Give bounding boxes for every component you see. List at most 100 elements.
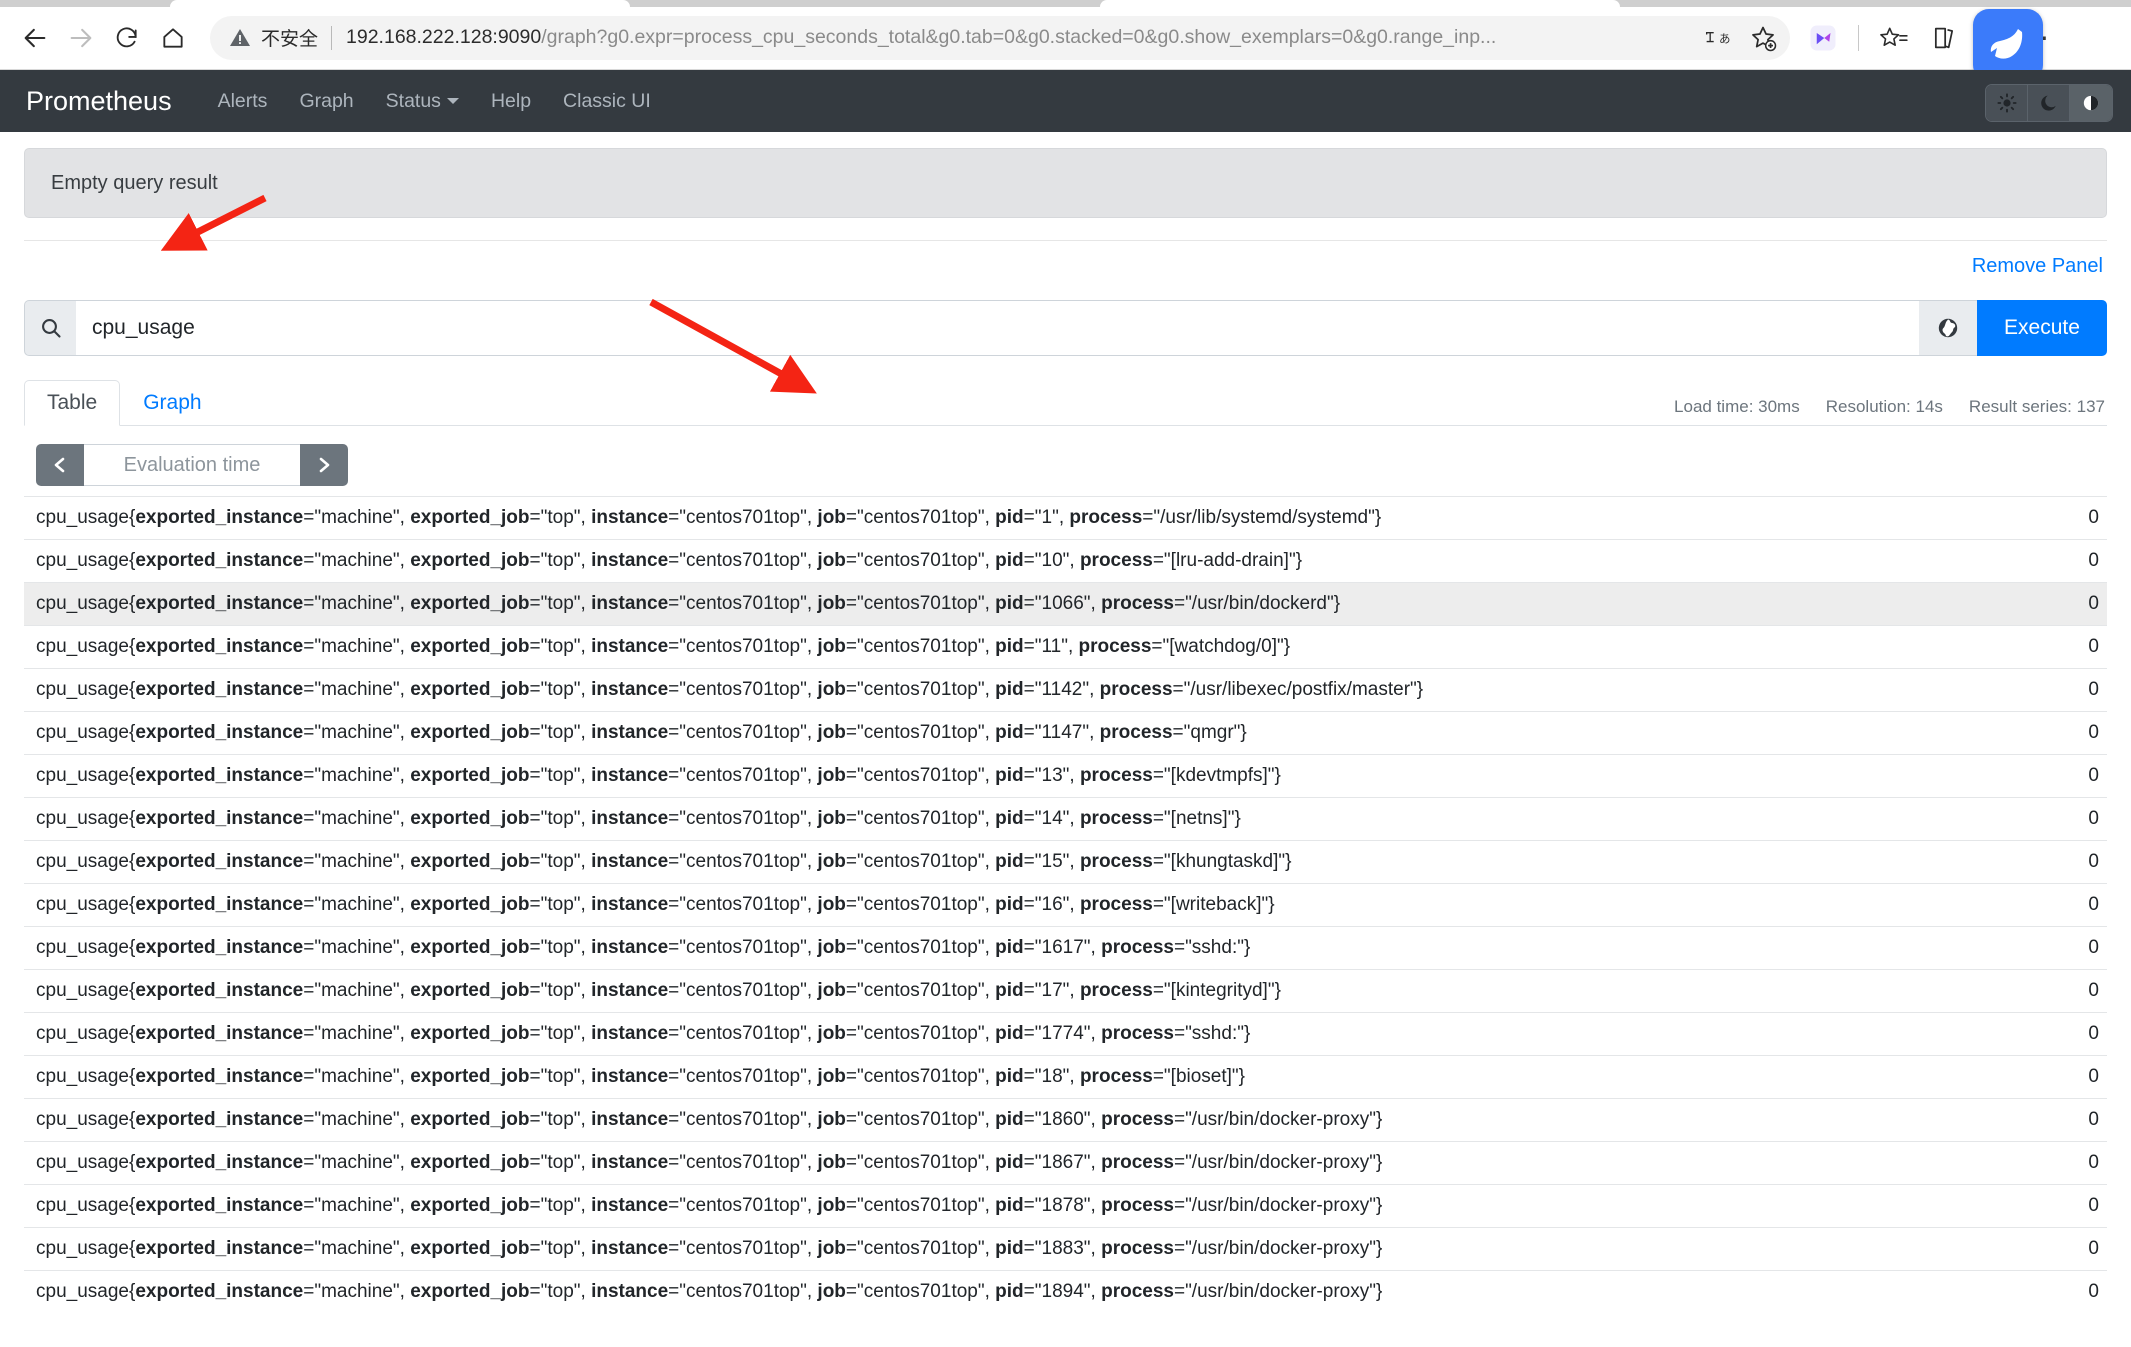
table-row[interactable]: cpu_usage{exported_instance="machine", e… [24, 1270, 2107, 1314]
forward-arrow-icon[interactable] [58, 15, 104, 61]
extension-icon[interactable] [1800, 15, 1846, 61]
series-label-cell: cpu_usage{exported_instance="machine", e… [36, 1023, 1251, 1044]
series-value-cell: 0 [2088, 1152, 2099, 1173]
tab-graph-label: Graph [143, 391, 202, 414]
series-label-cell: cpu_usage{exported_instance="machine", e… [36, 636, 1291, 657]
address-bar[interactable]: 不安全 192.168.222.128:9090/graph?g0.expr=p… [210, 15, 1790, 60]
table-row[interactable]: cpu_usage{exported_instance="machine", e… [24, 926, 2107, 970]
series-label-cell: cpu_usage{exported_instance="machine", e… [36, 1281, 1383, 1302]
evaluation-time-input[interactable]: Evaluation time [84, 444, 300, 486]
table-row[interactable]: cpu_usage{exported_instance="machine", e… [24, 668, 2107, 712]
url-path: /graph?g0.expr=process_cpu_seconds_total… [541, 26, 1497, 48]
home-icon[interactable] [150, 15, 196, 61]
table-row[interactable]: cpu_usage{exported_instance="machine", e… [24, 496, 2107, 540]
table-row[interactable]: cpu_usage{exported_instance="machine", e… [24, 1141, 2107, 1185]
series-value-cell: 0 [2088, 722, 2099, 743]
nav-status[interactable]: Status [386, 90, 459, 113]
svg-text:あ: あ [1719, 31, 1730, 45]
table-row[interactable]: cpu_usage{exported_instance="machine", e… [24, 883, 2107, 927]
table-row[interactable]: cpu_usage{exported_instance="machine", e… [24, 797, 2107, 841]
url-text: 192.168.222.128:9090/graph?g0.expr=proce… [346, 26, 1698, 49]
table-row[interactable]: cpu_usage{exported_instance="machine", e… [24, 1227, 2107, 1271]
series-value-cell: 0 [2088, 1109, 2099, 1130]
series-value-cell: 0 [2088, 765, 2099, 786]
back-arrow-icon[interactable] [12, 15, 58, 61]
result-tabs: Table Graph Load time: 30ms Resolution: … [24, 378, 2107, 426]
table-row[interactable]: cpu_usage{exported_instance="machine", e… [24, 1184, 2107, 1228]
auto-contrast-icon[interactable] [2070, 85, 2112, 121]
tab-table[interactable]: Table [24, 380, 121, 426]
sun-icon[interactable] [1986, 85, 2028, 121]
url-host: 192.168.222.128:9090 [346, 26, 542, 48]
series-value-cell: 0 [2088, 1195, 2099, 1216]
series-value-cell: 0 [2088, 679, 2099, 700]
series-value-cell: 0 [2088, 636, 2099, 657]
browser-nav-buttons [0, 15, 196, 61]
query-input[interactable] [76, 300, 1919, 356]
series-value-cell: 0 [2088, 894, 2099, 915]
security-warning[interactable]: 不安全 [228, 24, 331, 51]
browser-tabstrip [0, 0, 2131, 7]
empty-query-result-alert: Empty query result [24, 148, 2107, 218]
series-label-cell: cpu_usage{exported_instance="machine", e… [36, 937, 1251, 958]
evaluation-time-prev-button[interactable] [36, 444, 84, 486]
series-label-cell: cpu_usage{exported_instance="machine", e… [36, 550, 1303, 571]
table-row[interactable]: cpu_usage{exported_instance="machine", e… [24, 711, 2107, 755]
nav-alerts-label: Alerts [217, 89, 268, 112]
table-row[interactable]: cpu_usage{exported_instance="machine", e… [24, 1012, 2107, 1056]
moon-icon[interactable] [2028, 85, 2070, 121]
series-label-cell: cpu_usage{exported_instance="machine", e… [36, 765, 1281, 786]
globe-metrics-explorer-icon[interactable] [1919, 300, 1977, 356]
series-value-cell: 0 [2088, 593, 2099, 614]
series-label-cell: cpu_usage{exported_instance="machine", e… [36, 980, 1281, 1001]
table-row[interactable]: cpu_usage{exported_instance="machine", e… [24, 539, 2107, 583]
browser-tab[interactable] [170, 0, 630, 7]
table-row[interactable]: cpu_usage{exported_instance="machine", e… [24, 1098, 2107, 1142]
tab-graph[interactable]: Graph [120, 380, 224, 426]
evaluation-time-row: Evaluation time [24, 426, 2107, 496]
evaluation-time-placeholder: Evaluation time [123, 453, 261, 476]
warning-triangle-icon [230, 28, 250, 46]
series-label-cell: cpu_usage{exported_instance="machine", e… [36, 722, 1247, 743]
nav-help[interactable]: Help [491, 90, 531, 113]
prometheus-navbar: Prometheus Alerts Graph Status Help Clas… [0, 70, 2131, 132]
series-label-cell: cpu_usage{exported_instance="machine", e… [36, 1238, 1383, 1259]
browser-tab[interactable] [1100, 0, 1620, 7]
brand-prometheus[interactable]: Prometheus [26, 86, 172, 117]
table-row[interactable]: cpu_usage{exported_instance="machine", e… [24, 582, 2107, 626]
empty-query-result-text: Empty query result [51, 171, 218, 194]
remove-panel-row: Remove Panel [24, 241, 2107, 284]
nav-graph[interactable]: Graph [299, 90, 353, 113]
security-warning-label: 不安全 [261, 29, 319, 50]
table-row[interactable]: cpu_usage{exported_instance="machine", e… [24, 754, 2107, 798]
translate-icon[interactable]: あ [1698, 18, 1740, 58]
series-value-cell: 0 [2088, 550, 2099, 571]
evaluation-time-group: Evaluation time [36, 444, 348, 486]
series-label-cell: cpu_usage{exported_instance="machine", e… [36, 1152, 1383, 1173]
series-value-cell: 0 [2088, 1238, 2099, 1259]
browser-chrome: 不安全 192.168.222.128:9090/graph?g0.expr=p… [0, 0, 2131, 81]
nav-classic-ui[interactable]: Classic UI [563, 90, 651, 113]
execute-button[interactable]: Execute [1977, 300, 2107, 356]
favorites-list-icon[interactable] [1871, 15, 1917, 61]
results-table: cpu_usage{exported_instance="machine", e… [24, 496, 2107, 1313]
url-divider [331, 25, 333, 50]
query-stats: Load time: 30ms Resolution: 14s Result s… [1674, 397, 2105, 417]
reload-icon[interactable] [104, 15, 150, 61]
chevron-down-icon [446, 98, 459, 104]
table-row[interactable]: cpu_usage{exported_instance="machine", e… [24, 969, 2107, 1013]
series-label-cell: cpu_usage{exported_instance="machine", e… [36, 1109, 1383, 1130]
series-label-cell: cpu_usage{exported_instance="machine", e… [36, 507, 1382, 528]
table-row[interactable]: cpu_usage{exported_instance="machine", e… [24, 1055, 2107, 1099]
evaluation-time-next-button[interactable] [300, 444, 348, 486]
resolution-stat: Resolution: 14s [1825, 397, 1943, 416]
series-value-cell: 0 [2088, 937, 2099, 958]
table-row[interactable]: cpu_usage{exported_instance="machine", e… [24, 840, 2107, 884]
table-row[interactable]: cpu_usage{exported_instance="machine", e… [24, 625, 2107, 669]
series-value-cell: 0 [2088, 851, 2099, 872]
remove-panel-button[interactable]: Remove Panel [1972, 255, 2103, 278]
collections-icon[interactable] [1921, 15, 1967, 61]
nav-alerts[interactable]: Alerts [218, 90, 268, 113]
add-favorite-icon[interactable] [1742, 18, 1784, 58]
result-series-stat: Result series: 137 [1968, 397, 2105, 416]
